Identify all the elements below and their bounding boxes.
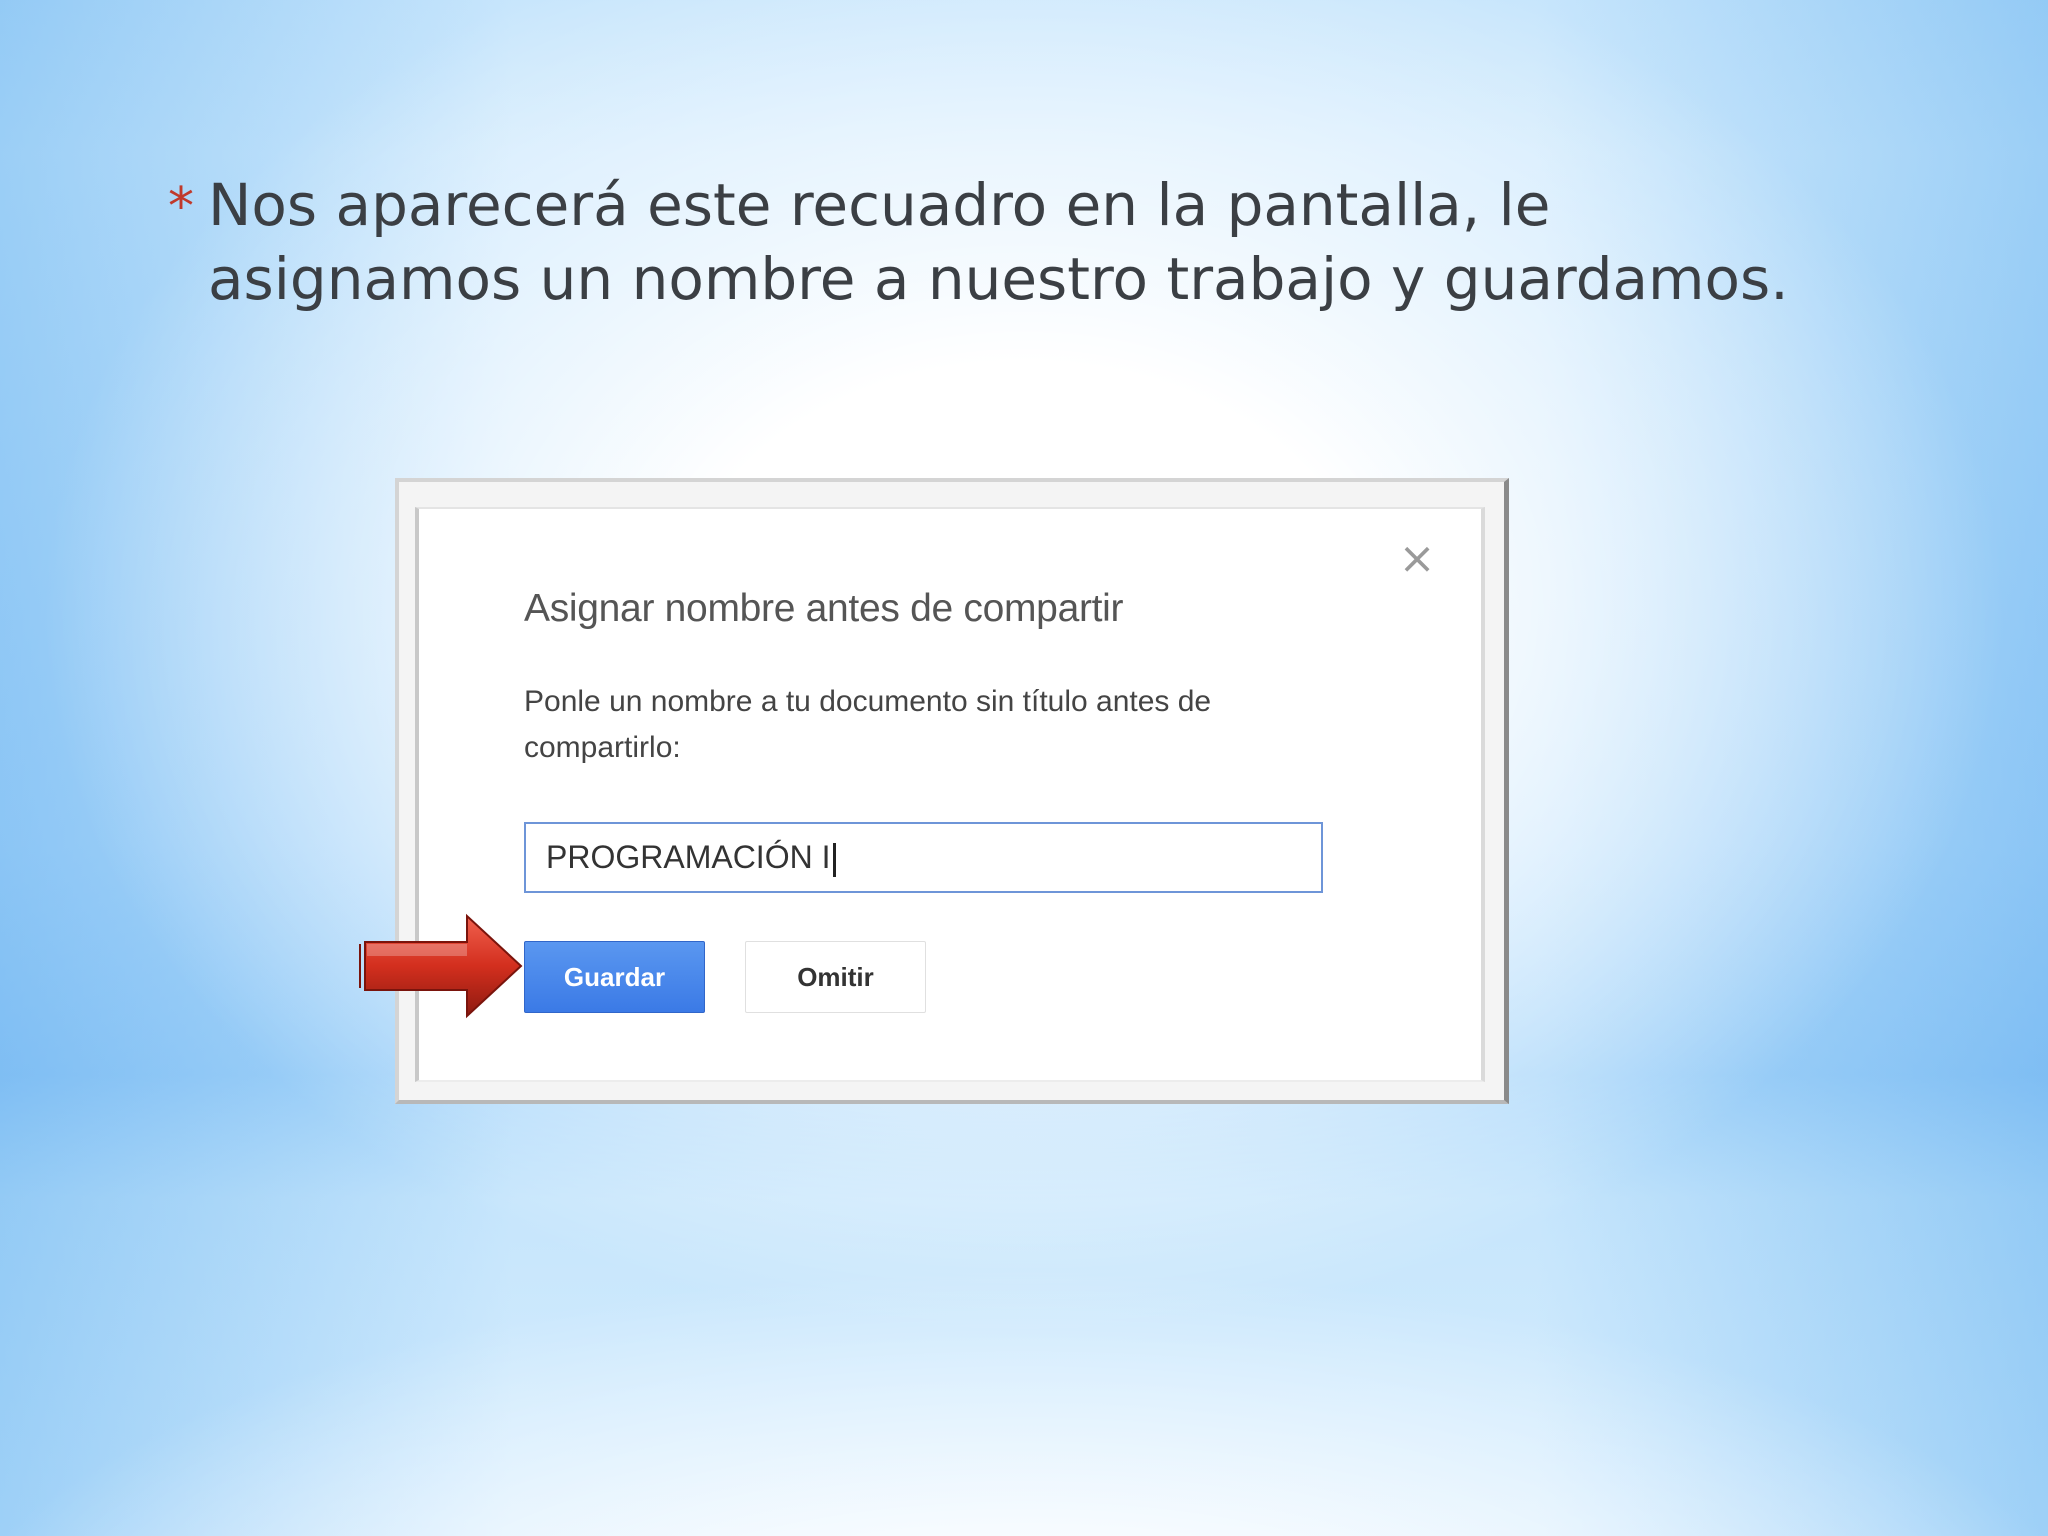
bullet-asterisk: * [168, 177, 194, 237]
dialog-message: Ponle un nombre a tu documento sin títul… [524, 685, 1212, 764]
document-name-value: PROGRAMACIÓN I [546, 839, 831, 875]
dialog-title: Asignar nombre antes de compartir [524, 587, 1124, 630]
screenshot-frame: × Asignar nombre antes de compartir Ponl… [395, 478, 1509, 1104]
text-caret [833, 842, 837, 877]
save-button[interactable]: Guardar [524, 941, 705, 1013]
skip-button[interactable]: Omitir [745, 941, 926, 1013]
red-arrow-icon [359, 913, 523, 1019]
close-icon[interactable]: × [1397, 537, 1437, 581]
bullet-text: Nos aparecerá este recuadro en la pantal… [208, 171, 1789, 313]
document-name-input[interactable]: PROGRAMACIÓN I [524, 822, 1323, 893]
share-name-dialog: × Asignar nombre antes de compartir Ponl… [415, 507, 1485, 1082]
